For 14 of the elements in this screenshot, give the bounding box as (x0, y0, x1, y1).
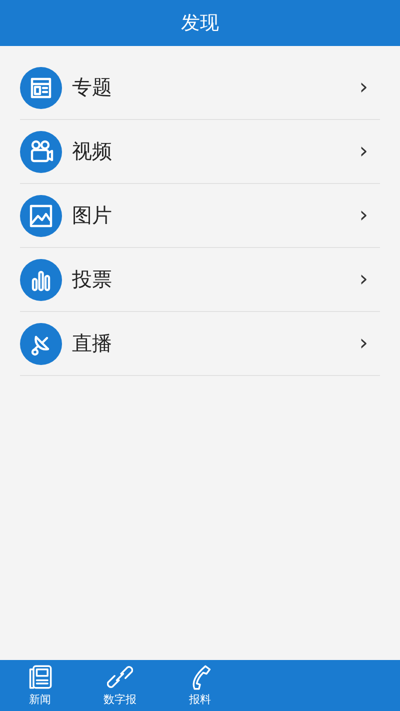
menu-item[interactable]: 视频 › (20, 120, 380, 184)
tab[interactable]: 新闻 (0, 660, 80, 711)
chevron-icon: › (359, 75, 368, 100)
page-title: 发现 (181, 11, 219, 36)
chevron-icon: › (359, 331, 368, 356)
menu-item[interactable]: 直播 › (20, 312, 380, 376)
menu-item[interactable]: 专题 › (20, 56, 380, 120)
tab[interactable]: 报料 (160, 660, 240, 711)
chevron-icon: › (359, 203, 368, 228)
menu-item[interactable]: 图片 › (20, 184, 380, 248)
menu-item[interactable]: 投票 › (20, 248, 380, 312)
tab[interactable]: 数字报 (80, 660, 160, 711)
chevron-icon: › (359, 139, 368, 164)
chevron-icon: › (359, 267, 368, 292)
